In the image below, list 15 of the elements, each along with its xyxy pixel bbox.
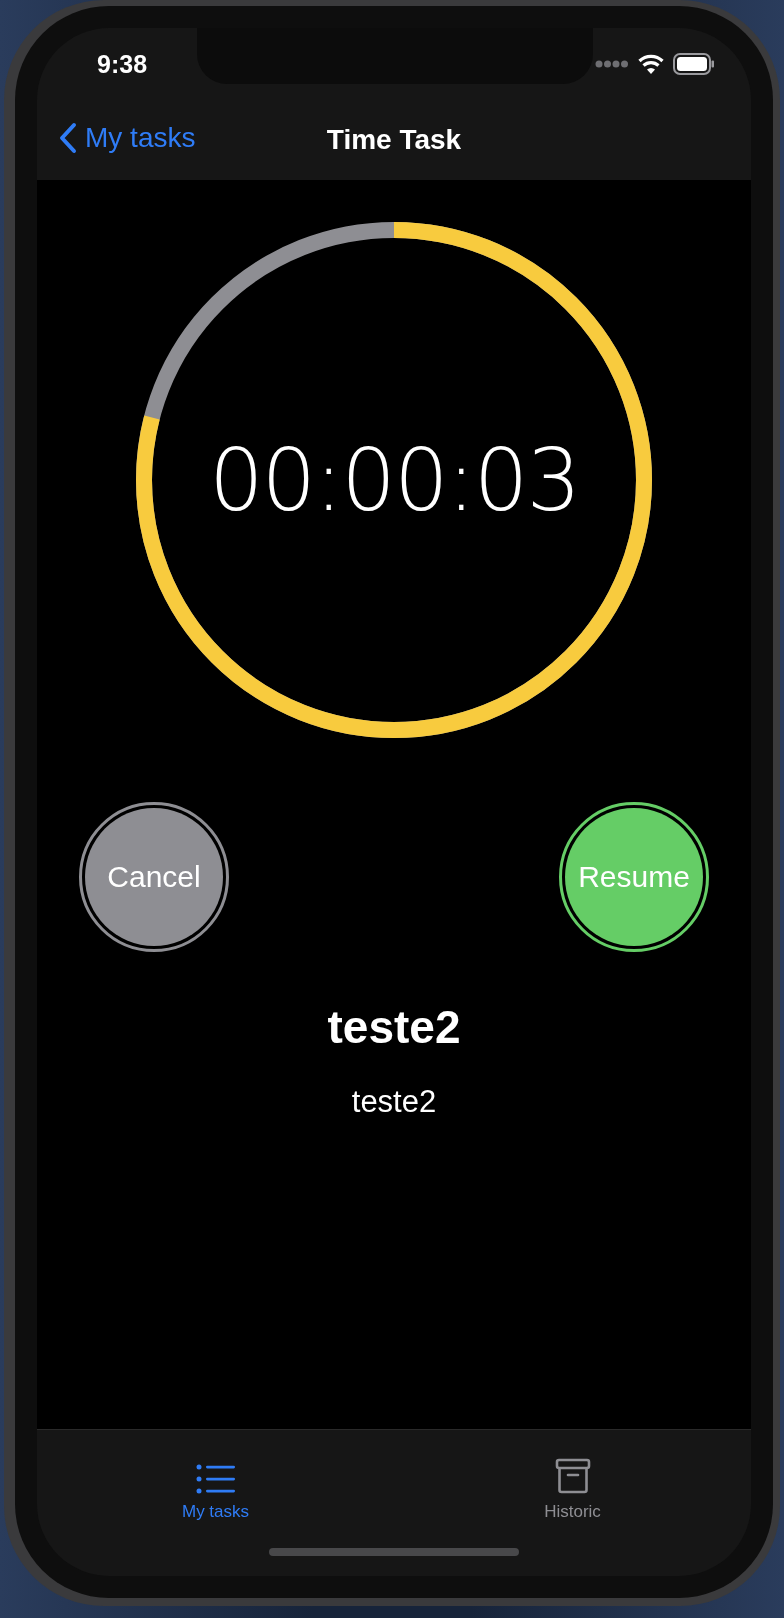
archive-box-icon bbox=[554, 1458, 591, 1494]
wifi-icon bbox=[637, 53, 665, 75]
tab-item[interactable]: My tasks bbox=[37, 1430, 394, 1522]
signal-icon bbox=[595, 59, 629, 69]
back-button[interactable]: My tasks bbox=[59, 122, 196, 154]
task-description: teste2 bbox=[351, 1084, 437, 1120]
nav-title: Time Task bbox=[326, 124, 462, 156]
task-title: teste2 bbox=[327, 1000, 461, 1054]
chevron-left-icon bbox=[59, 122, 77, 154]
battery-icon bbox=[673, 53, 715, 75]
status-time: 9:38 bbox=[97, 49, 148, 79]
timer-display: 00:00:03 bbox=[208, 430, 580, 530]
back-label[interactable]: My tasks bbox=[85, 122, 196, 154]
tab-item[interactable]: Historic bbox=[394, 1430, 751, 1522]
list-icon bbox=[195, 1464, 236, 1494]
